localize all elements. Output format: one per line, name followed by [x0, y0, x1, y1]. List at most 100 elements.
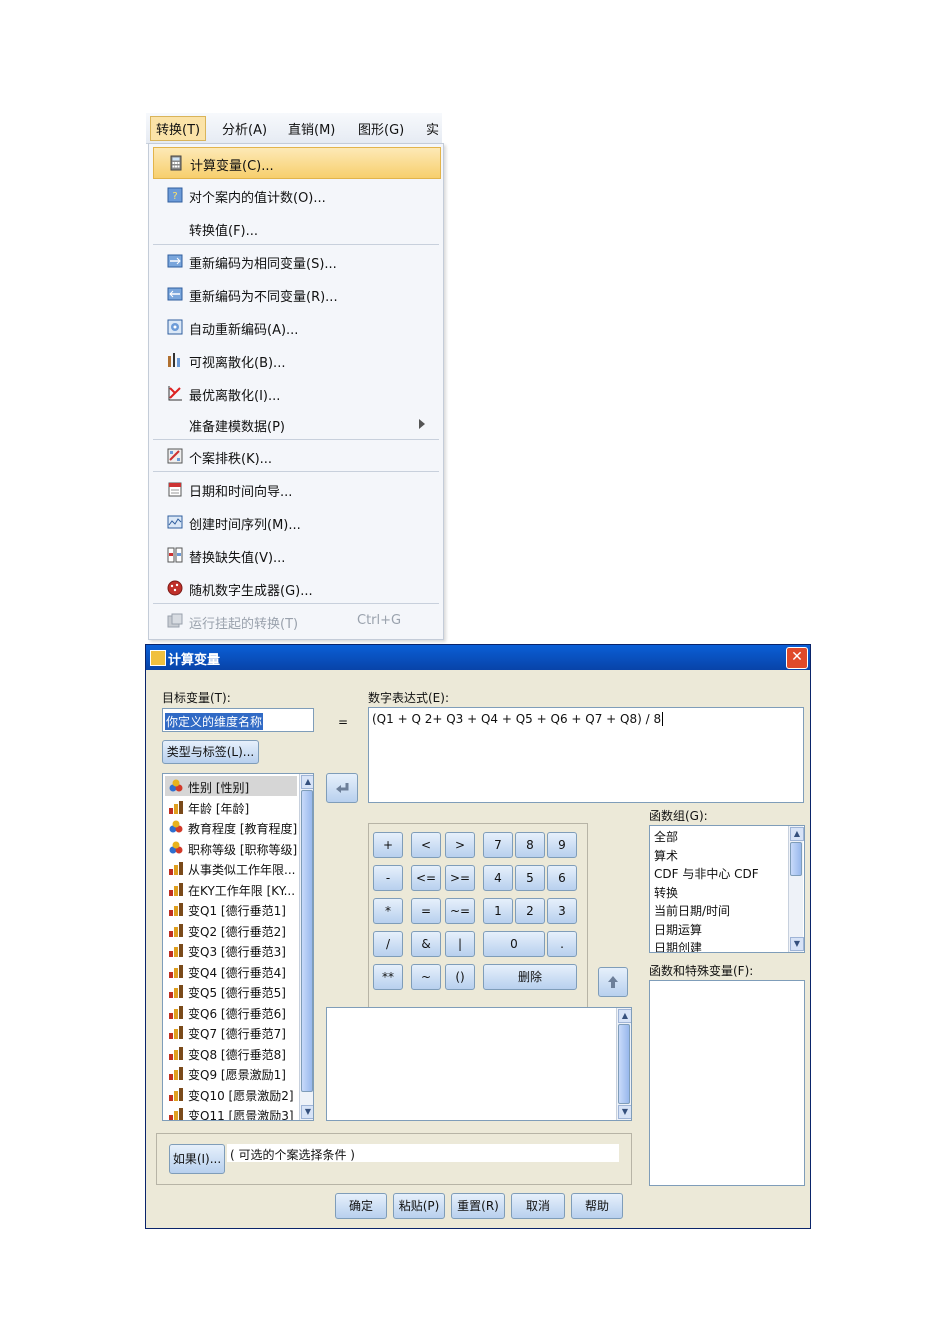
variable-list-item[interactable]: 从事类似工作年限... [165, 858, 297, 878]
keypad-digit-0-button[interactable]: 0 [483, 931, 545, 957]
menu-utilities[interactable]: 实 [426, 119, 439, 138]
menu-item-shift-values[interactable]: 转换值(F)... [153, 213, 439, 243]
function-group-item[interactable]: 当前日期/时间 [654, 902, 730, 919]
keypad-digit-7-button[interactable]: 7 [483, 832, 513, 858]
keypad-digit-5-button[interactable]: 5 [515, 865, 545, 891]
variable-list-item[interactable]: 变Q6 [德行垂范6] [165, 1002, 297, 1022]
variable-list-item[interactable]: 教育程度 [教育程度] [165, 817, 297, 837]
keypad-equals-button[interactable]: = [411, 898, 441, 924]
keypad-delete-button[interactable]: 删除 [483, 964, 577, 990]
keypad-less-equal-button[interactable]: <= [411, 865, 441, 891]
menu-analyze[interactable]: 分析(A) [222, 119, 267, 138]
variable-list-item[interactable]: 变Q4 [德行垂范4] [165, 961, 297, 981]
variable-list-scrollbar[interactable]: ▲ ▼ [299, 774, 313, 1120]
variable-list-item[interactable]: 变Q1 [德行垂范1] [165, 899, 297, 919]
menu-item-visual-binning[interactable]: 可视离散化(B)... [153, 345, 439, 375]
scroll-down-icon[interactable]: ▼ [301, 1105, 313, 1119]
variable-list-item[interactable]: 职称等级 [职称等级] [165, 838, 297, 858]
menu-direct-marketing[interactable]: 直销(M) [288, 119, 335, 138]
variable-list-item[interactable]: 变Q2 [德行垂范2] [165, 920, 297, 940]
scroll-thumb[interactable] [301, 790, 313, 1092]
menu-item-recode-different[interactable]: 重新编码为不同变量(R)... [153, 279, 439, 309]
keypad-digit-2-button[interactable]: 2 [515, 898, 545, 924]
keypad-digit-1-button[interactable]: 1 [483, 898, 513, 924]
move-variable-button[interactable] [326, 773, 358, 803]
scroll-down-icon[interactable]: ▼ [790, 937, 804, 951]
menu-item-compute-variable[interactable]: 计算变量(C)... [153, 147, 441, 179]
variable-list-item[interactable]: 变Q7 [德行垂范7] [165, 1022, 297, 1042]
function-group-item[interactable]: 日期创建 [654, 939, 702, 952]
keypad-decimal-button[interactable]: . [547, 931, 577, 957]
scale-icon [169, 1067, 183, 1080]
scroll-thumb[interactable] [790, 842, 802, 876]
keypad-greater-than-button[interactable]: > [445, 832, 475, 858]
variable-list-item[interactable]: 变Q11 [愿景激励3] [165, 1104, 297, 1120]
description-scrollbar[interactable]: ▲ ▼ [616, 1008, 631, 1120]
variable-list-item[interactable]: 变Q10 [愿景激励2] [165, 1084, 297, 1104]
menu-item-prepare-modeling-data[interactable]: 准备建模数据(P) [153, 409, 439, 439]
scroll-up-icon[interactable]: ▲ [618, 1009, 631, 1023]
cancel-button[interactable]: 取消 [511, 1193, 565, 1219]
ok-button[interactable]: 确定 [335, 1193, 387, 1219]
menu-graphs[interactable]: 图形(G) [358, 119, 404, 138]
scroll-up-icon[interactable]: ▲ [790, 827, 804, 841]
menu-item-count-values[interactable]: ? 对个案内的值计数(O)... [153, 180, 439, 210]
menu-item-optimal-binning[interactable]: 最优离散化(I)... [153, 378, 439, 408]
menu-item-recode-same[interactable]: 重新编码为相同变量(S)... [153, 246, 439, 276]
variable-list-item[interactable]: 在KY工作年限 [KY... [165, 879, 297, 899]
keypad-and-button[interactable]: & [411, 931, 441, 957]
function-group-item[interactable]: 日期运算 [654, 921, 702, 938]
keypad-power-button[interactable]: ** [373, 964, 403, 990]
if-button[interactable]: 如果(I)... [169, 1144, 225, 1174]
menu-transform[interactable]: 转换(T) [150, 116, 207, 141]
menu-item-date-time-wizard[interactable]: 日期和时间向导... [153, 474, 439, 504]
function-group-item[interactable]: 算术 [654, 847, 678, 864]
functions-list[interactable] [649, 980, 805, 1186]
menu-item-replace-missing-values[interactable]: 替换缺失值(V)... [153, 540, 439, 570]
numeric-expression-input[interactable]: (Q1 + Q 2+ Q3 + Q4 + Q5 + Q6 + Q7 + Q8) … [368, 707, 804, 803]
variable-list-item[interactable]: 变Q3 [德行垂范3] [165, 940, 297, 960]
keypad-or-button[interactable]: | [445, 931, 475, 957]
date-wizard-icon [168, 482, 182, 497]
keypad-digit-4-button[interactable]: 4 [483, 865, 513, 891]
keypad-less-than-button[interactable]: < [411, 832, 441, 858]
keypad-minus-button[interactable]: - [373, 865, 403, 891]
function-group-scrollbar[interactable]: ▲ ▼ [788, 826, 804, 952]
menu-item-label: 最优离散化(I)... [189, 389, 281, 404]
type-and-label-button[interactable]: 类型与标签(L)... [162, 740, 259, 764]
scroll-up-icon[interactable]: ▲ [301, 775, 313, 789]
keypad-parentheses-button[interactable]: () [445, 964, 475, 990]
keypad-multiply-button[interactable]: * [373, 898, 403, 924]
paste-button[interactable]: 粘贴(P) [393, 1193, 445, 1219]
variable-list-item[interactable]: 变Q9 [愿景激励1] [165, 1063, 297, 1083]
keypad-digit-6-button[interactable]: 6 [547, 865, 577, 891]
close-button[interactable]: ✕ [786, 647, 808, 669]
reset-button[interactable]: 重置(R) [451, 1193, 505, 1219]
keypad-digit-8-button[interactable]: 8 [515, 832, 545, 858]
function-insert-button[interactable] [598, 967, 628, 997]
variable-list-item[interactable]: 变Q5 [德行垂范5] [165, 981, 297, 1001]
keypad-divide-button[interactable]: / [373, 931, 403, 957]
scroll-down-icon[interactable]: ▼ [618, 1105, 631, 1119]
keypad-greater-equal-button[interactable]: >= [445, 865, 475, 891]
keypad-not-equal-button[interactable]: ~= [445, 898, 475, 924]
help-button[interactable]: 帮助 [571, 1193, 623, 1219]
function-group-item[interactable]: 全部 [654, 828, 678, 845]
variable-list[interactable]: ▲ ▼ 性别 [性别] 年龄 [年龄] 教育程度 [教育程度] 职称等级 [职称等级]… [162, 773, 314, 1121]
menu-item-rank-cases[interactable]: 个案排秩(K)... [153, 441, 439, 471]
scroll-thumb[interactable] [618, 1024, 630, 1104]
variable-list-item[interactable]: 变Q8 [德行垂范8] [165, 1043, 297, 1063]
target-variable-input[interactable]: 你定义的维度名称 [162, 708, 314, 732]
function-group-item[interactable]: CDF 与非中心 CDF [654, 865, 759, 882]
menu-item-automatic-recode[interactable]: 自动重新编码(A)... [153, 312, 439, 342]
variable-list-item[interactable]: 年龄 [年龄] [165, 797, 297, 817]
function-group-item[interactable]: 转换 [654, 884, 678, 901]
keypad-digit-3-button[interactable]: 3 [547, 898, 577, 924]
menu-item-random-number-generators[interactable]: 随机数字生成器(G)... [153, 573, 439, 603]
keypad-digit-9-button[interactable]: 9 [547, 832, 577, 858]
keypad-not-button[interactable]: ~ [411, 964, 441, 990]
keypad-plus-button[interactable]: + [373, 832, 403, 858]
variable-list-item[interactable]: 性别 [性别] [165, 776, 297, 796]
function-group-list[interactable]: ▲ ▼ 全部算术 CDF 与非中心 CDF 转换 当前日期/时间 日期运算 日期创建 [649, 825, 805, 953]
menu-item-create-time-series[interactable]: 创建时间序列(M)... [153, 507, 439, 537]
